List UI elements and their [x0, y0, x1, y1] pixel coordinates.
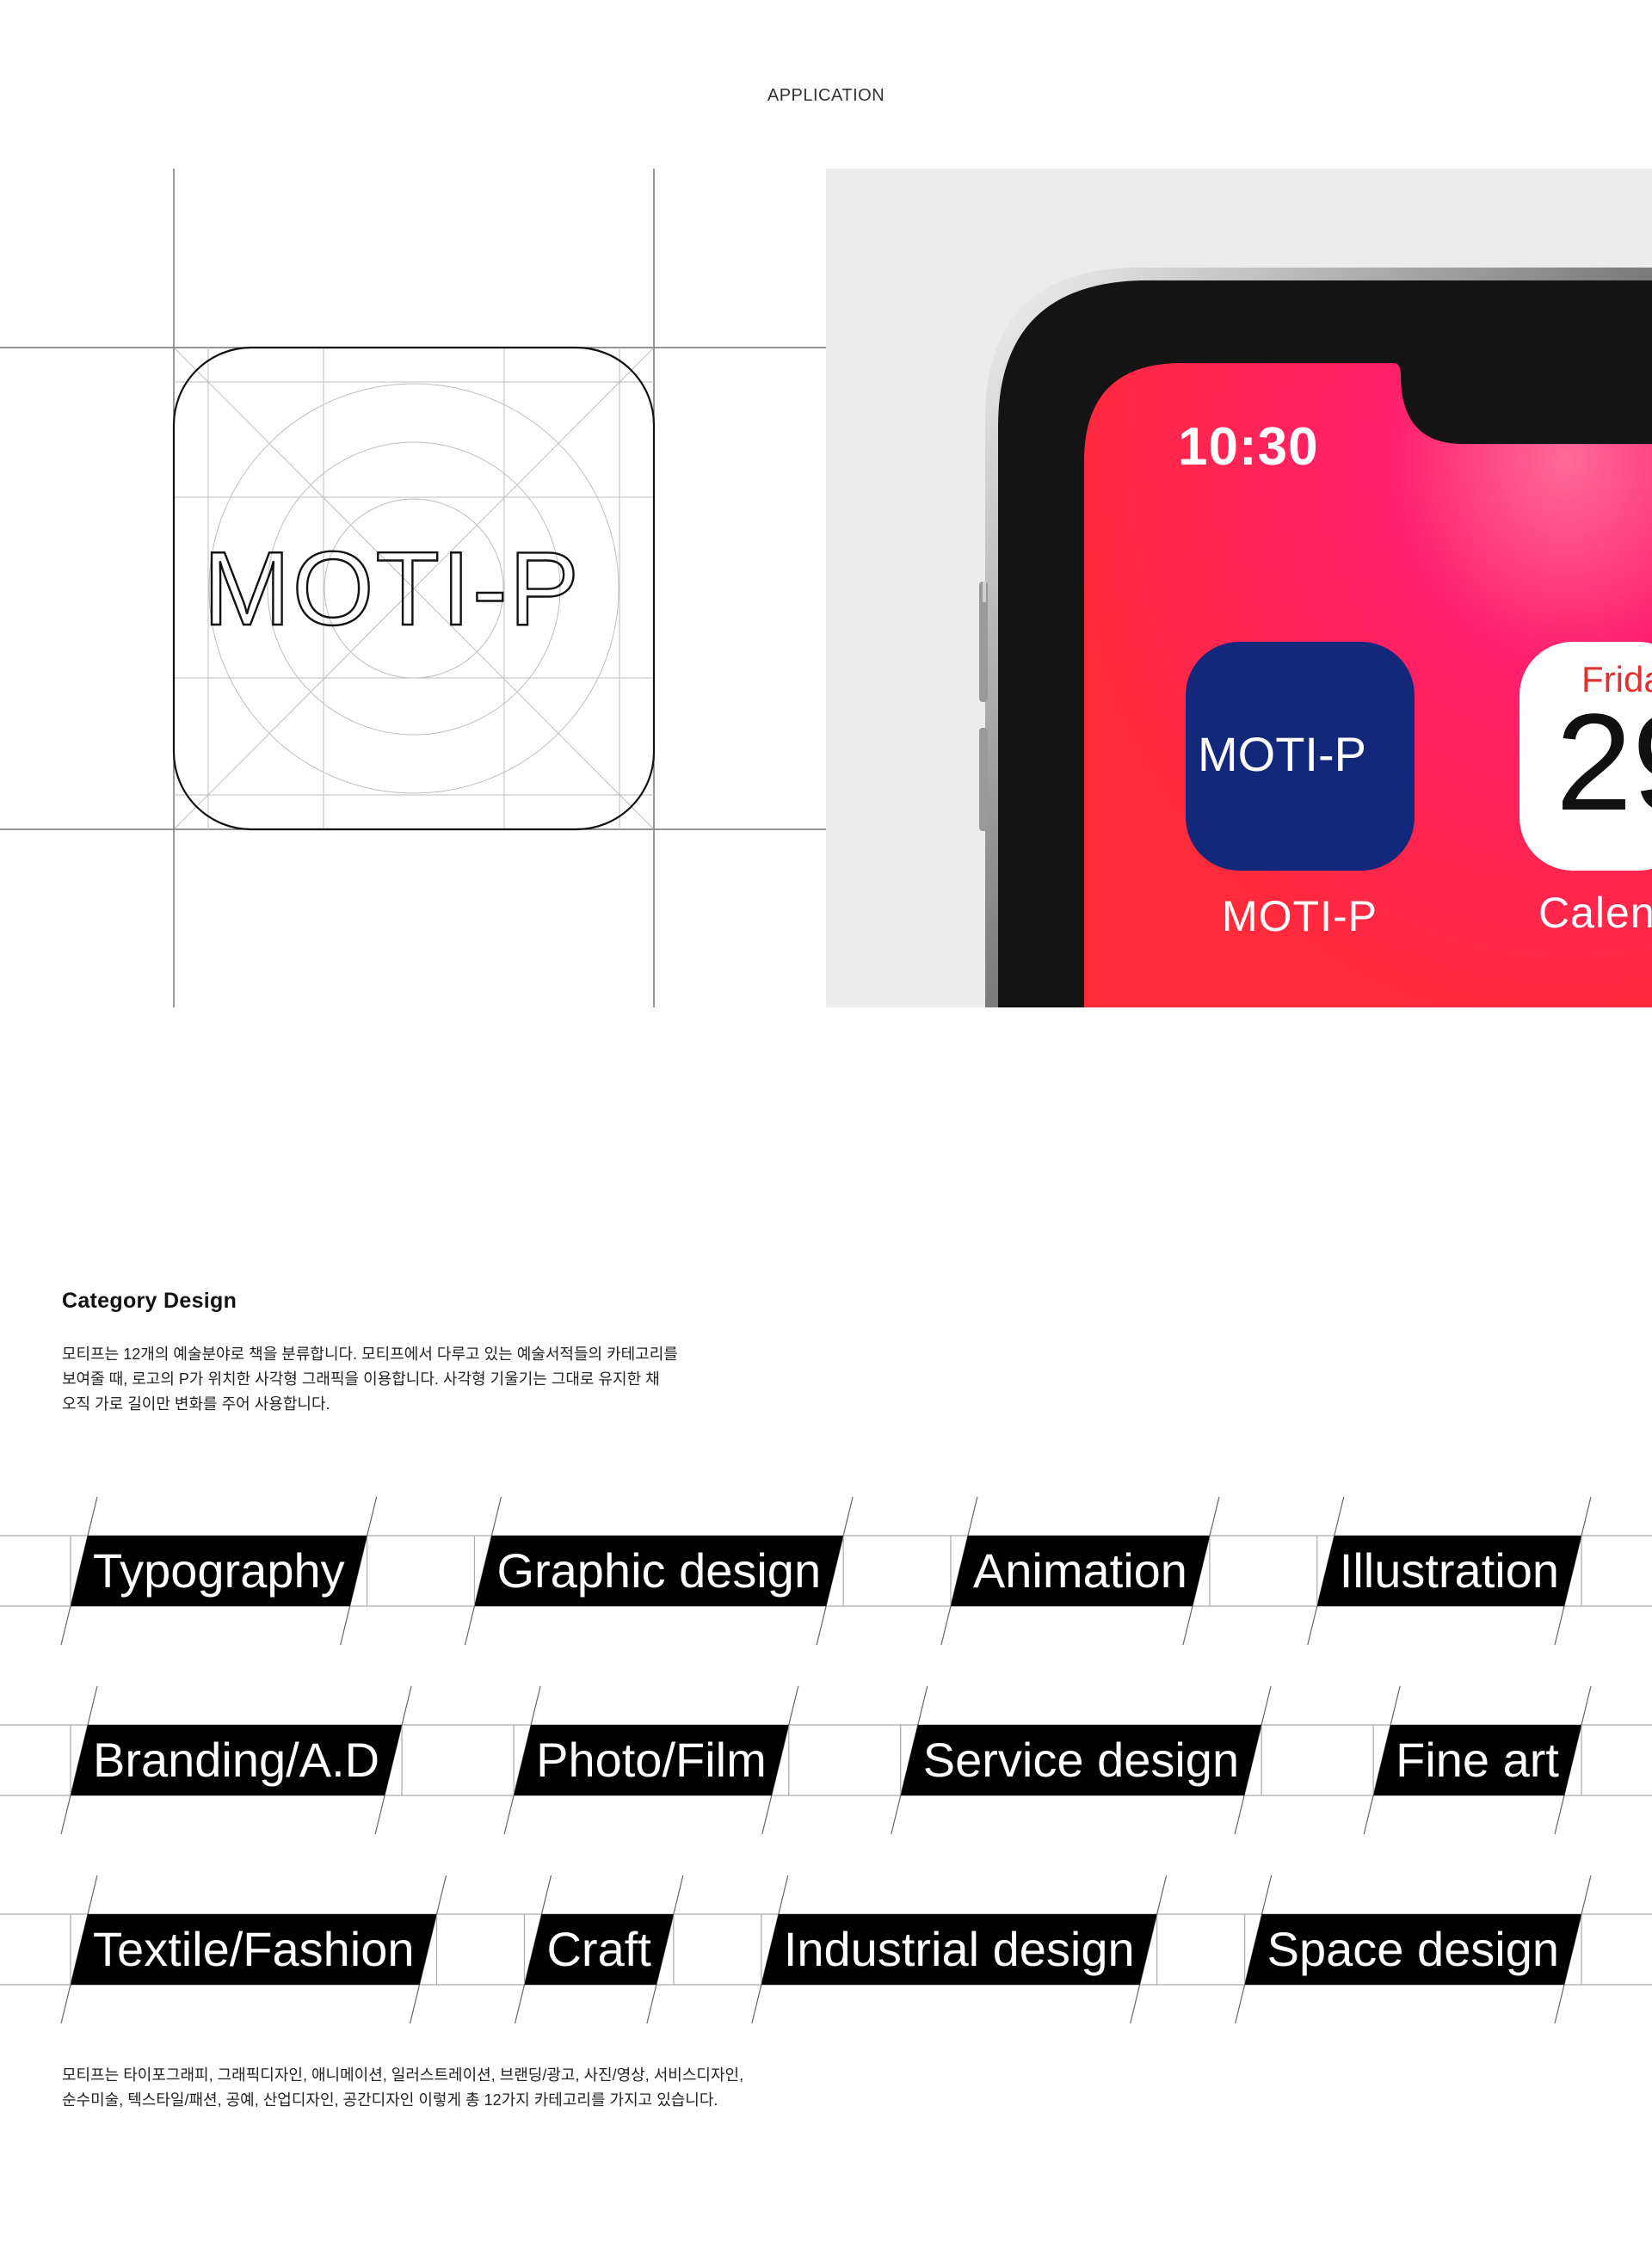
category-tag: Space design — [1235, 1875, 1592, 2024]
category-tags: Typography Graphic design Animation Illustr… — [0, 1496, 1652, 2024]
category-tag: Graphic design — [464, 1496, 854, 1646]
category-tag-label: Photo/Film — [536, 1733, 767, 1787]
app-label-moti-p[interactable]: MOTI-P — [1222, 891, 1378, 941]
status-time: 10:30 — [1178, 417, 1319, 477]
section-label: APPLICATION — [767, 86, 885, 105]
category-title: Category Design — [62, 1289, 237, 1313]
category-tag: Branding/A.D — [60, 1685, 412, 1835]
category-tag-label: Typography — [93, 1543, 345, 1598]
svg-text:MOTI-P: MOTI-P — [203, 530, 581, 647]
category-tag-label: Space design — [1267, 1922, 1559, 1976]
category-tag: Industrial design — [751, 1875, 1168, 2024]
category-tag: Photo/Film — [503, 1685, 799, 1835]
moti-p-logo-outline: MOTI-P — [202, 529, 581, 648]
category-description: 모티프는 12개의 예술분야로 책을 분류합니다. 모티프에서 다루고 있는 예… — [62, 1346, 678, 1413]
category-tag: Craft — [514, 1875, 684, 2024]
category-tag-label: Animation — [973, 1543, 1187, 1598]
category-tag-label: Illustration — [1340, 1543, 1559, 1598]
category-tag-label: Branding/A.D — [93, 1733, 379, 1787]
calendar-date: 29 — [1556, 685, 1652, 839]
category-tag-label: Fine art — [1396, 1733, 1559, 1787]
category-tag-label: Textile/Fashion — [93, 1922, 415, 1976]
category-tag-label: Graphic design — [496, 1543, 821, 1598]
category-footer-text: 모티프는 타이포그래피, 그래픽디자인, 애니메이션, 일러스트레이션, 브랜딩… — [62, 2066, 744, 2109]
category-tag: Illustration — [1307, 1496, 1592, 1646]
category-tag: Textile/Fashion — [60, 1875, 447, 2024]
category-tag-label: Craft — [546, 1922, 651, 1976]
category-tag: Animation — [940, 1496, 1220, 1646]
category-tag-label: Industrial design — [784, 1922, 1135, 1976]
category-tag: Service design — [891, 1685, 1272, 1835]
svg-text:MOTI-P: MOTI-P — [1198, 727, 1366, 781]
phone-mockup: MOTI-P 10:30 MOTI-P Frida 29 Calen — [826, 169, 1652, 1007]
app-label-calendar[interactable]: Calen — [1538, 888, 1652, 938]
category-tag-label: Service design — [923, 1733, 1239, 1787]
category-tag: Fine art — [1363, 1685, 1592, 1835]
app-icon-grid: MOTI-P — [0, 169, 826, 1007]
category-tag: Typography — [60, 1496, 378, 1646]
